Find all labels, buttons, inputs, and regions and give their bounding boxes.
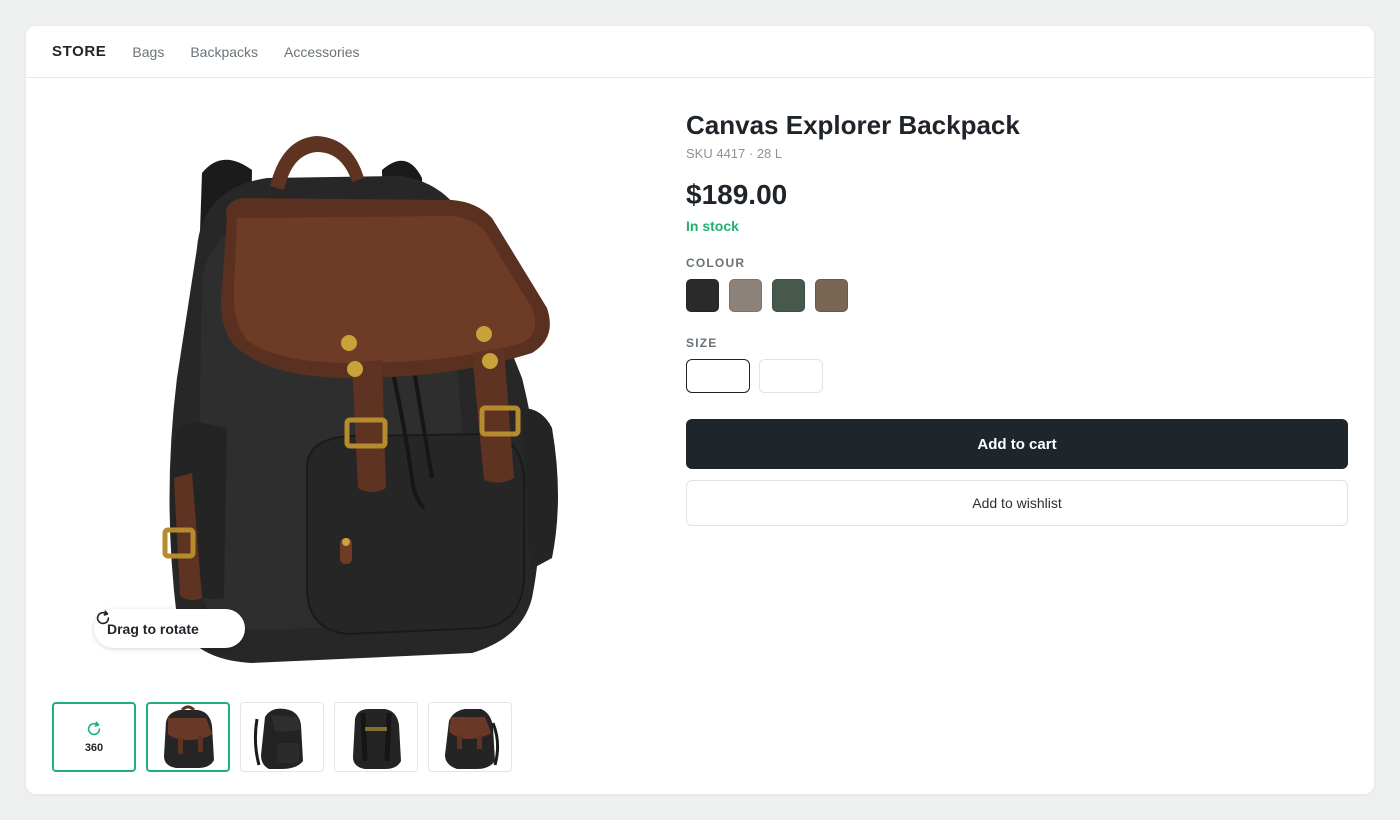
thumbnail-angle[interactable]	[428, 702, 512, 772]
product-title: Canvas Explorer Backpack	[686, 110, 1020, 140]
backpack-angle-thumb	[445, 709, 500, 769]
rotate-hint-label: Drag to rotate	[107, 620, 199, 637]
colour-swatch-black[interactable]	[686, 279, 719, 312]
top-navigation: STORE Bags Backpacks Accessories	[26, 26, 1374, 78]
stock-status: In stock	[686, 218, 739, 234]
backpack-main-image	[162, 136, 558, 663]
product-info-panel: Canvas Explorer Backpack SKU 4417 · 28 L…	[686, 78, 1348, 526]
backpack-side-thumb	[253, 708, 303, 769]
product-sku: SKU 4417 · 28 L	[686, 146, 783, 161]
size-options	[686, 359, 1348, 393]
colour-swatch-brown[interactable]	[815, 279, 848, 312]
colour-swatch-taupe[interactable]	[729, 279, 762, 312]
product-gallery: Drag to rotate 360	[52, 78, 662, 794]
colour-options	[686, 279, 1348, 312]
thumbnail-360-label: 360	[84, 742, 104, 754]
add-to-wishlist-button[interactable]: Add to wishlist	[686, 480, 1348, 526]
thumbnail-back[interactable]	[334, 702, 418, 772]
drag-to-rotate-hint[interactable]: Drag to rotate	[94, 609, 245, 648]
rotate-icon	[87, 721, 101, 736]
thumbnail-strip: 360	[52, 702, 522, 772]
colour-swatch-green[interactable]	[772, 279, 805, 312]
size-option-2[interactable]	[759, 359, 823, 393]
nav-link-backpacks[interactable]: Backpacks	[190, 44, 258, 60]
thumbnail-side[interactable]	[240, 702, 324, 772]
product-page-card: STORE Bags Backpacks Accessories Drag to…	[26, 26, 1374, 794]
store-logo[interactable]: STORE	[52, 43, 106, 60]
size-label: SIZE	[686, 336, 718, 350]
product-price: $189.00	[686, 179, 788, 210]
thumbnail-front[interactable]	[146, 702, 230, 772]
rotate-icon	[96, 610, 110, 625]
colour-label: COLOUR	[686, 256, 746, 270]
product-viewer-360[interactable]: Drag to rotate	[52, 78, 662, 668]
backpack-back-thumb	[353, 709, 401, 769]
backpack-front-thumb	[164, 705, 214, 768]
size-option-1[interactable]	[686, 359, 750, 393]
nav-link-accessories[interactable]: Accessories	[284, 44, 359, 60]
nav-link-bags[interactable]: Bags	[132, 44, 164, 60]
thumbnail-360[interactable]: 360	[52, 702, 136, 772]
add-to-cart-button[interactable]: Add to cart	[686, 419, 1348, 469]
